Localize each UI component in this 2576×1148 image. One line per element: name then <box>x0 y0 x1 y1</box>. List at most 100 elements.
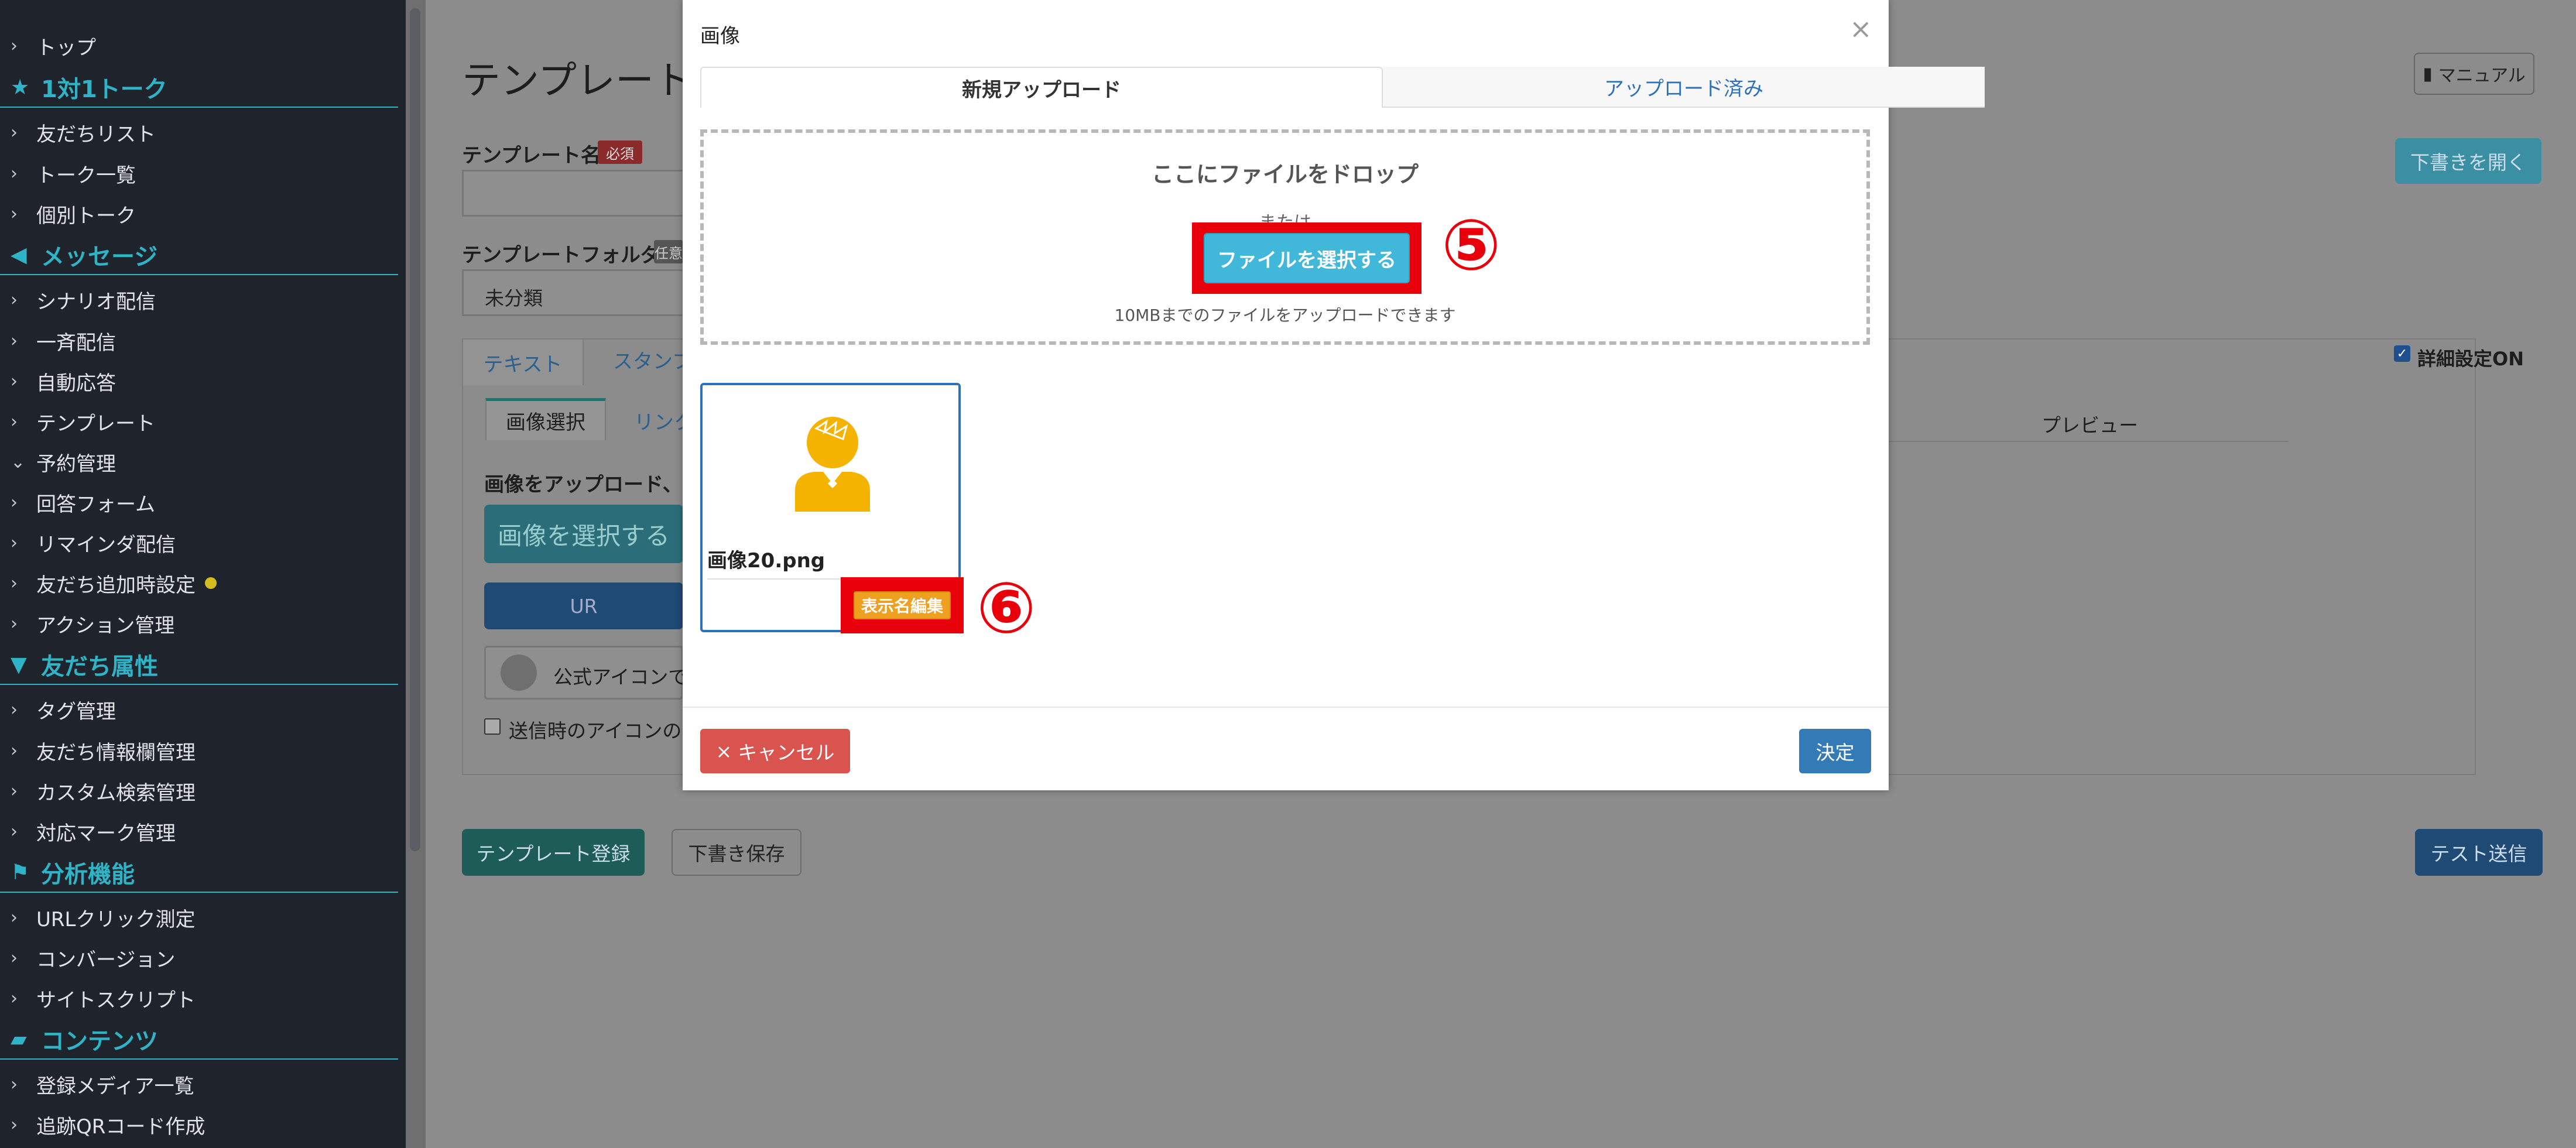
callout-highlight-6: 表示名編集 <box>841 577 964 633</box>
sidebar-item-site-script[interactable]: › サイトスクリプト <box>11 981 196 1016</box>
folder-open-icon: ▰ <box>11 1027 27 1051</box>
sidebar-item-label: 回答フォーム <box>36 492 155 516</box>
manual-button-label: マニュアル <box>2438 66 2526 86</box>
sidebar-item-label: 個別トーク <box>36 204 136 228</box>
sidebar-item-media-list[interactable]: › 登録メディア一覧 <box>11 1067 194 1102</box>
book-icon: ▮ <box>2423 63 2433 84</box>
sidebar-item-auto-reply[interactable]: › 自動応答 <box>11 364 116 399</box>
chevron-right-icon: › <box>11 163 18 184</box>
star-icon: ★ <box>11 75 30 100</box>
tab-new-upload[interactable]: 新規アップロード <box>700 67 1383 108</box>
send-icon-checkbox[interactable] <box>484 718 501 735</box>
cancel-button-label: キャンセル <box>738 741 835 764</box>
test-send-button[interactable]: テスト送信 <box>2415 829 2543 876</box>
sidebar-item-scenario[interactable]: › シナリオ配信 <box>11 282 156 317</box>
chevron-right-icon: › <box>11 907 18 928</box>
sidebar-item-tag[interactable]: › タグ管理 <box>11 692 116 727</box>
tab-uploaded[interactable]: アップロード済み <box>1383 67 1985 108</box>
status-dot <box>205 577 217 589</box>
select-image-button[interactable]: 画像を選択する <box>484 505 683 563</box>
sidebar-item-label: コンバージョン <box>36 948 176 972</box>
tab-stamp[interactable]: スタンプ <box>613 345 692 374</box>
optional-badge: 任意 <box>654 240 683 263</box>
detail-setting-checkbox[interactable]: ✓ <box>2394 345 2410 362</box>
callout-highlight-5: ファイルを選択する <box>1192 222 1421 294</box>
folder-select[interactable]: 未分類 <box>462 269 684 316</box>
preview-divider <box>1885 441 2289 442</box>
sidebar: › トップ ★ 1対1トーク › 友だちリスト › トーク一覧 › 個別トーク ◀ メッセー… <box>0 0 406 1148</box>
sidebar-item-label: 自動応答 <box>36 371 116 395</box>
sidebar-item-label: タグ管理 <box>36 700 116 724</box>
sidebar-section-attr: ▼ 友だち属性 <box>0 645 398 685</box>
sidebar-item-qr[interactable]: › 追跡QRコード作成 <box>11 1107 205 1142</box>
sidebar-item-action[interactable]: › アクション管理 <box>11 606 174 641</box>
sidebar-item-url-click[interactable]: › URLクリック測定 <box>11 900 195 935</box>
chevron-right-icon: › <box>11 947 18 968</box>
chevron-right-icon: › <box>11 532 18 553</box>
template-name-input[interactable] <box>462 170 684 217</box>
chevron-right-icon: › <box>11 1114 18 1135</box>
chevron-right-icon: › <box>11 821 18 842</box>
chevron-right-icon: › <box>11 203 18 224</box>
sidebar-item-answer-form[interactable]: › 回答フォーム <box>11 485 155 520</box>
sidebar-item-friend-info[interactable]: › 友だち情報欄管理 <box>11 733 196 768</box>
image-file-name: 画像20.png <box>707 549 825 573</box>
sidebar-item-conversion[interactable]: › コンバージョン <box>11 940 175 975</box>
modal-footer-divider <box>683 707 1889 708</box>
sidebar-item-label: シナリオ配信 <box>36 290 156 314</box>
sidebar-item-label: 対応マーク管理 <box>36 821 176 845</box>
dropzone-title: ここにファイルをドロップ <box>1151 162 1419 187</box>
chevron-right-icon: › <box>11 122 18 143</box>
user-avatar-icon <box>795 417 870 512</box>
register-button[interactable]: テンプレート登録 <box>462 829 645 876</box>
file-dropzone[interactable]: ここにファイルをドロップ または ファイルを選択する ⑤ 10MBまでのファイル… <box>700 129 1870 345</box>
sidebar-item-reservation[interactable]: ⌄ 予約管理 <box>11 444 116 479</box>
avatar <box>501 654 537 691</box>
chevron-right-icon: › <box>11 35 18 56</box>
official-icon-text: 公式アイコンで <box>553 666 688 688</box>
sidebar-item-top[interactable]: › トップ <box>11 28 96 63</box>
required-badge: 必須 <box>598 140 642 164</box>
close-icon[interactable]: × <box>1849 13 1872 44</box>
modal-title: 画像 <box>700 25 740 48</box>
sidebar-item-label: 一斉配信 <box>36 331 116 355</box>
sidebar-item-mark[interactable]: › 対応マーク管理 <box>11 814 176 849</box>
sidebar-item-custom-search[interactable]: › カスタム検索管理 <box>11 773 196 808</box>
callout-number-5: ⑤ <box>1441 205 1501 286</box>
sidebar-item-template[interactable]: › テンプレート <box>11 404 155 439</box>
sidebar-item-label: 登録メディア一覧 <box>36 1074 194 1098</box>
select-file-button[interactable]: ファイルを選択する <box>1204 233 1410 283</box>
chevron-right-icon: › <box>11 780 18 801</box>
sidebar-scrollbar[interactable] <box>410 8 420 851</box>
dropzone-note: 10MBまでのファイルをアップロードできます <box>1114 306 1456 325</box>
sidebar-item-talk-list[interactable]: › トーク一覧 <box>11 156 136 191</box>
chevron-right-icon: › <box>11 699 18 720</box>
sidebar-section-contents: ▰ コンテンツ <box>0 1020 398 1060</box>
sidebar-item-broadcast[interactable]: › 一斉配信 <box>11 323 116 358</box>
manual-button[interactable]: ▮ マニュアル <box>2414 53 2534 95</box>
page-title: テンプレート <box>462 58 693 103</box>
cancel-button[interactable]: × キャンセル <box>700 729 850 773</box>
sidebar-item-reminder[interactable]: › リマインダ配信 <box>11 525 176 560</box>
sidebar-item-friend-add-setting[interactable]: › 友だち追加時設定 <box>11 566 217 601</box>
subtab-image-select[interactable]: 画像選択 <box>485 398 606 440</box>
chevron-right-icon: › <box>11 988 18 1009</box>
sidebar-item-friends-list[interactable]: › 友だちリスト <box>11 115 156 150</box>
preview-label: プレビュー <box>2041 414 2138 437</box>
sidebar-section-label: 分析機能 <box>41 861 135 888</box>
chevron-right-icon: › <box>11 613 18 634</box>
sidebar-item-label: 友だちリスト <box>36 122 156 146</box>
sidebar-item-label: 友だち追加時設定 <box>36 573 196 597</box>
sidebar-item-individual-talk[interactable]: › 個別トーク <box>11 196 136 231</box>
save-draft-button[interactable]: 下書き保存 <box>672 829 801 876</box>
sidebar-item-label: カスタム検索管理 <box>36 781 196 805</box>
edit-display-name-button[interactable]: 表示名編集 <box>854 591 951 619</box>
chevron-down-icon: ⌄ <box>11 451 26 472</box>
chevron-right-icon: › <box>11 371 18 392</box>
ok-button[interactable]: 決定 <box>1799 729 1871 773</box>
open-draft-button[interactable]: 下書きを開く <box>2395 138 2541 184</box>
sidebar-item-label: 追跡QRコード作成 <box>36 1115 205 1139</box>
tab-text[interactable]: テキスト <box>462 338 584 385</box>
sidebar-section-label: メッセージ <box>41 244 158 270</box>
url-button[interactable]: UR <box>484 582 683 629</box>
